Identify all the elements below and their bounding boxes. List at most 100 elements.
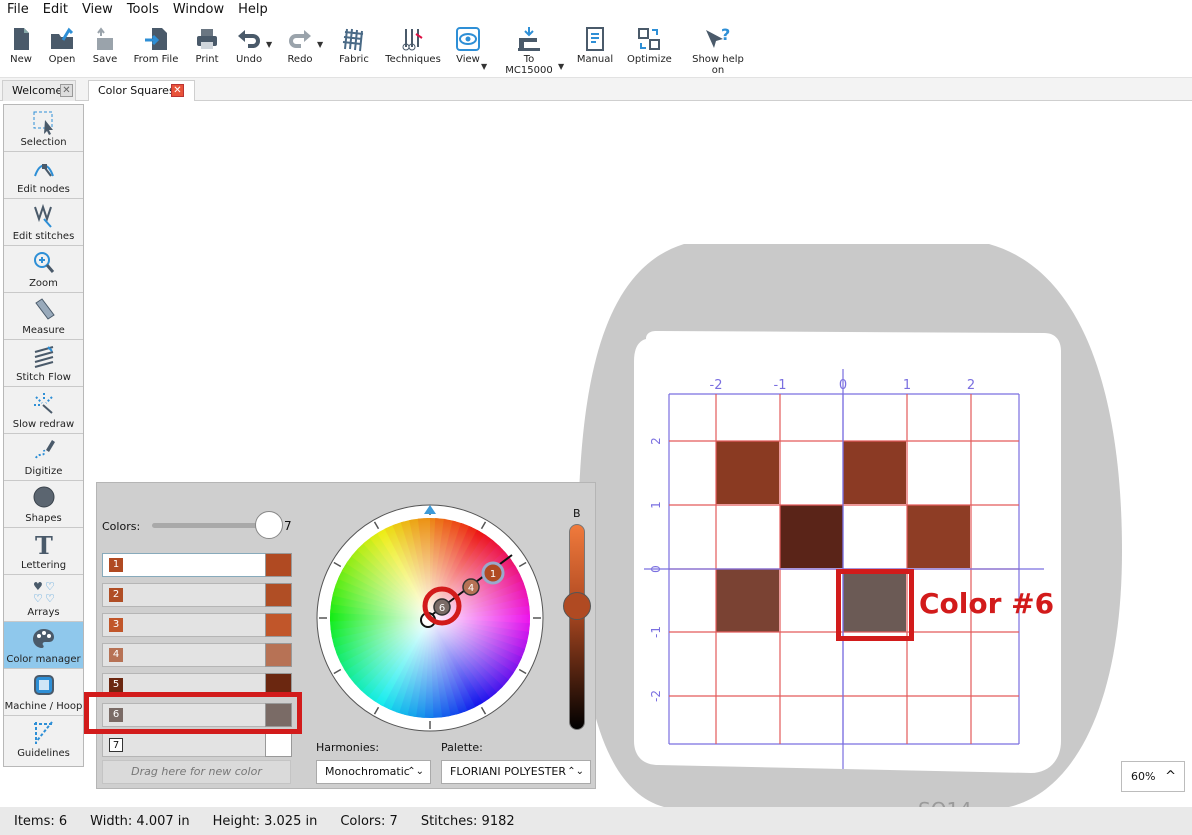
optimize-button[interactable]: Optimize xyxy=(627,26,672,74)
manual-button[interactable]: Manual xyxy=(576,26,614,74)
stitched-square[interactable] xyxy=(716,441,779,504)
redo-label: Redo xyxy=(287,54,313,65)
tool-measure[interactable]: Measure xyxy=(4,293,83,340)
stitched-square[interactable] xyxy=(843,441,906,504)
to-mc15000-dropdown-icon[interactable]: ▼ xyxy=(558,62,564,71)
brightness-slider[interactable] xyxy=(569,524,585,730)
tool-edit-nodes[interactable]: Edit nodes xyxy=(4,152,83,199)
new-button[interactable]: New xyxy=(6,26,36,74)
view-button[interactable]: View xyxy=(454,26,482,74)
tool-digitize[interactable]: Digitize xyxy=(4,434,83,481)
tool-stitch-flow[interactable]: Stitch Flow xyxy=(4,340,83,387)
palette-icon xyxy=(32,629,54,648)
colors-slider-track[interactable] xyxy=(152,523,262,528)
x-tick-label: 1 xyxy=(903,378,911,393)
x-tick-label: -2 xyxy=(710,378,723,393)
tool-slow-redraw[interactable]: Slow redraw xyxy=(4,387,83,434)
redo-button[interactable]: Redo xyxy=(285,26,315,74)
fabric-button[interactable]: Fabric xyxy=(337,26,371,74)
palette-select[interactable]: FLORIANI POLYESTER ⌃⌄ xyxy=(441,760,591,784)
close-icon[interactable]: ✕ xyxy=(60,84,73,97)
ruler-icon xyxy=(34,298,55,320)
tool-shapes-label: Shapes xyxy=(25,513,62,524)
menu-tools[interactable]: Tools xyxy=(120,0,166,20)
stitched-square[interactable] xyxy=(907,505,970,568)
tool-machine-hoop-label: Machine / Hoop xyxy=(4,701,83,712)
color-swatch-7[interactable] xyxy=(265,733,292,757)
tool-slow-redraw-label: Slow redraw xyxy=(12,419,75,430)
palette-label: Palette: xyxy=(441,741,483,754)
view-dropdown-icon[interactable]: ▼ xyxy=(481,62,487,71)
tab-welcome[interactable]: Welcome ✕ xyxy=(2,80,76,101)
brightness-slider-handle[interactable] xyxy=(563,592,591,621)
new-color-drop-zone[interactable]: Drag here for new color xyxy=(102,760,291,784)
color-swatch-2[interactable] xyxy=(265,583,292,607)
colors-label: Colors: xyxy=(102,520,141,533)
tool-guidelines[interactable]: Guidelines xyxy=(4,716,83,763)
color-row-number: 5 xyxy=(109,678,123,692)
show-help-on-label: Show help on xyxy=(692,54,744,76)
tool-color-manager[interactable]: Color manager xyxy=(4,622,83,669)
color-row-2[interactable]: 2 xyxy=(102,583,287,607)
print-button[interactable]: Print xyxy=(192,26,222,74)
menu-window[interactable]: Window xyxy=(166,0,231,20)
tab-color-squares-label: Color Squares xyxy=(98,84,175,97)
redo-dropdown-icon[interactable]: ▼ xyxy=(317,40,323,49)
menu-view[interactable]: View xyxy=(75,0,120,20)
to-mc15000-button[interactable]: To MC15000 xyxy=(500,26,558,76)
close-icon[interactable]: ✕ xyxy=(171,84,184,97)
new-file-icon xyxy=(14,28,29,50)
y-tick-label: 0 xyxy=(649,565,663,573)
undo-label: Undo xyxy=(235,54,263,65)
from-file-button[interactable]: From File xyxy=(131,26,181,74)
arrays-icon: ♥ ♡♡ ♡ xyxy=(33,580,55,605)
save-button[interactable]: Save xyxy=(90,26,120,74)
harmonies-select[interactable]: Monochromatic ⌃⌄ xyxy=(316,760,431,784)
open-label: Open xyxy=(48,54,76,65)
menu-file[interactable]: File xyxy=(0,0,36,20)
undo-button[interactable]: Undo xyxy=(233,26,265,74)
tool-arrays[interactable]: ♥ ♡ ♡ ♡ Arrays xyxy=(4,575,83,622)
undo-dropdown-icon[interactable]: ▼ xyxy=(266,40,272,49)
y-tick-label: -1 xyxy=(649,626,663,638)
tool-edit-stitches[interactable]: Edit stitches xyxy=(4,199,83,246)
color-row-number: 4 xyxy=(109,648,123,662)
tool-lettering[interactable]: T Lettering xyxy=(4,528,83,575)
color-row-1[interactable]: 1 xyxy=(102,553,287,577)
tool-selection[interactable]: Selection xyxy=(4,105,83,152)
tab-welcome-label: Welcome xyxy=(12,84,63,97)
tool-shapes[interactable]: Shapes xyxy=(4,481,83,528)
color-row-4[interactable]: 4 xyxy=(102,643,287,667)
show-help-on-button[interactable]: ? Show help on xyxy=(685,26,751,76)
stitch-flow-icon xyxy=(34,346,53,368)
open-button[interactable]: Open xyxy=(46,26,78,74)
tool-machine-hoop[interactable]: Machine / Hoop xyxy=(4,669,83,716)
tool-zoom[interactable]: Zoom xyxy=(4,246,83,293)
manual-icon xyxy=(586,27,604,51)
chevron-up-icon[interactable]: ^ xyxy=(1165,762,1176,791)
help-cursor-icon: ? xyxy=(706,26,730,48)
from-file-label: From File xyxy=(133,54,179,65)
color-wheel[interactable]: 1 4 6 xyxy=(315,503,545,733)
techniques-button[interactable]: Techniques xyxy=(385,26,441,74)
color-row-7[interactable]: 7 xyxy=(102,733,287,757)
zoom-control[interactable]: 60% ^ xyxy=(1121,761,1185,792)
color-swatch-4[interactable] xyxy=(265,643,292,667)
optimize-label: Optimize xyxy=(627,54,672,65)
selection-icon xyxy=(33,111,53,135)
color-swatch-1[interactable] xyxy=(265,553,292,577)
menu-edit[interactable]: Edit xyxy=(36,0,75,20)
color-swatch-3[interactable] xyxy=(265,613,292,637)
palette-value: FLORIANI POLYESTER xyxy=(450,765,567,778)
tool-edit-nodes-label: Edit nodes xyxy=(17,184,70,195)
color-row-3[interactable]: 3 xyxy=(102,613,287,637)
shapes-icon xyxy=(33,486,54,508)
status-height: Height: 3.025 in xyxy=(212,813,318,829)
tool-guidelines-label: Guidelines xyxy=(17,748,70,759)
menu-help[interactable]: Help xyxy=(231,0,275,20)
stitched-square[interactable] xyxy=(716,569,779,632)
stitched-square[interactable] xyxy=(780,505,843,568)
colors-slider-handle[interactable] xyxy=(255,511,283,539)
tab-color-squares[interactable]: Color Squares ✕ xyxy=(88,80,195,102)
view-label: View xyxy=(456,54,480,65)
